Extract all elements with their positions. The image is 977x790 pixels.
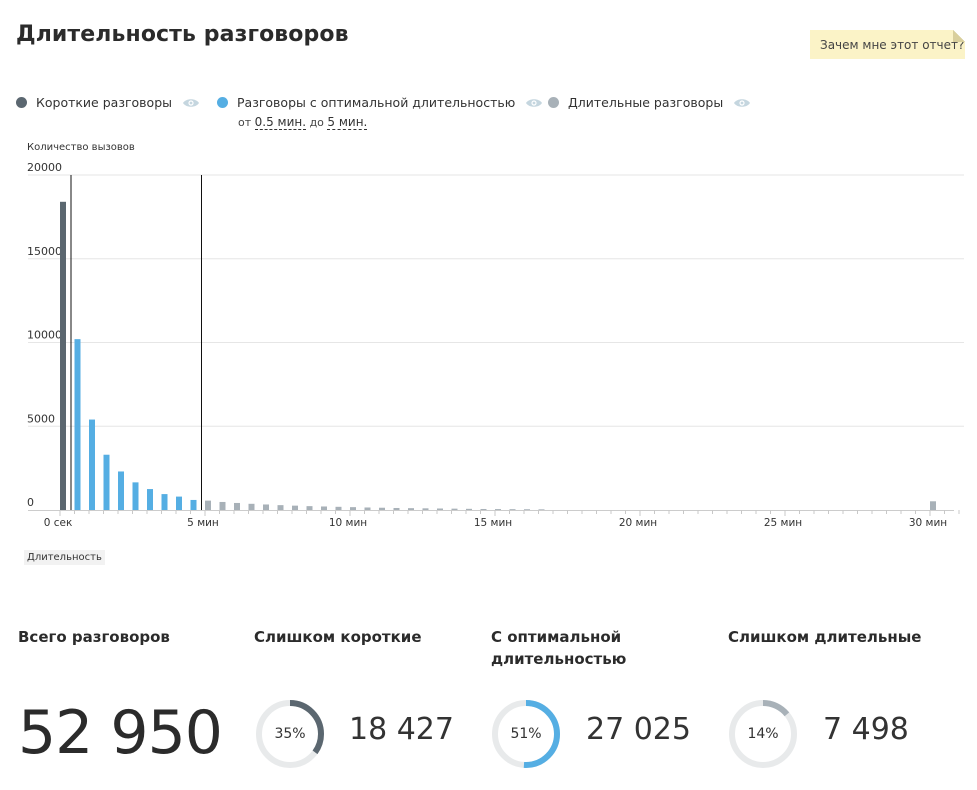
stat-value-long: 7 498 xyxy=(823,712,909,747)
x-tick-label: 30 мин xyxy=(909,517,947,529)
y-tick-label: 10000 xyxy=(27,329,62,342)
x-axis-title: Длительность xyxy=(24,550,105,565)
bar xyxy=(147,489,153,510)
x-tick-label: 0 сек xyxy=(44,517,73,529)
legend-dot-long xyxy=(548,97,559,108)
legend-dot-short xyxy=(16,97,27,108)
range-to-prefix: до xyxy=(309,116,324,129)
stat-value-optimal: 27 025 xyxy=(586,712,691,747)
y-tick-label: 20000 xyxy=(27,161,62,174)
bar xyxy=(524,509,530,510)
stat-value-short: 18 427 xyxy=(349,712,454,747)
bar xyxy=(132,482,139,510)
legend-label-long: Длительные разговоры xyxy=(568,95,724,110)
legend-item-optimal[interactable]: Разговоры с оптимальной длительностью xyxy=(217,95,543,110)
bar xyxy=(190,499,197,510)
bar xyxy=(118,471,124,510)
eye-icon[interactable] xyxy=(525,97,543,109)
stat-title-short: Слишком короткие xyxy=(254,628,422,646)
bar xyxy=(234,502,240,510)
y-axis-title: Количество вызовов xyxy=(27,142,135,153)
bar xyxy=(408,508,414,510)
x-tick-label: 25 мин xyxy=(764,517,802,529)
range-from-link[interactable]: 0.5 мин. xyxy=(254,115,307,130)
bar xyxy=(538,509,545,510)
bar xyxy=(219,501,226,510)
legend-dot-optimal xyxy=(217,97,228,108)
bar xyxy=(60,201,66,511)
legend-item-long[interactable]: Длительные разговоры xyxy=(548,95,751,110)
range-from-prefix: от xyxy=(238,116,252,129)
eye-icon[interactable] xyxy=(182,97,200,109)
bar xyxy=(74,339,81,510)
bar xyxy=(509,509,516,510)
bar xyxy=(930,501,936,510)
y-tick-label: 5000 xyxy=(27,412,55,425)
x-tick-label: 10 мин xyxy=(329,517,367,529)
histogram-chart: 0 5000 10000 15000 20000 0 сек 5 мин 10 мин 15 м… xyxy=(27,161,964,529)
bar xyxy=(89,419,95,510)
bar xyxy=(103,454,110,510)
bar xyxy=(422,508,429,510)
bar xyxy=(350,507,356,510)
stat-title-optimal: С оптимальной длительностью xyxy=(491,628,627,668)
bar xyxy=(379,507,385,510)
bar xyxy=(335,506,342,510)
help-note-label: Зачем мне этот отчет? xyxy=(820,38,965,52)
stats-panel: Всего разговоров 52 950 Слишком короткие… xyxy=(0,620,977,790)
x-tick-label: 15 мин xyxy=(474,517,512,529)
percent-long: 14% xyxy=(747,726,779,742)
stat-title-total: Всего разговоров xyxy=(18,628,170,646)
bar xyxy=(248,503,255,510)
eye-icon[interactable] xyxy=(733,97,751,109)
bar xyxy=(306,506,313,510)
percent-short: 35% xyxy=(274,726,306,742)
bar xyxy=(292,505,298,510)
bar xyxy=(161,494,168,510)
bar xyxy=(495,509,501,510)
y-tick-label: 0 xyxy=(27,496,34,509)
legend-item-short[interactable]: Короткие разговоры xyxy=(16,95,200,110)
bar xyxy=(437,508,443,510)
stat-total-value: 52 950 xyxy=(18,698,223,768)
legend-label-short: Короткие разговоры xyxy=(36,95,172,110)
bar xyxy=(451,508,458,510)
bar xyxy=(263,504,269,510)
chart-legend: Короткие разговоры Разговоры с оптимальн… xyxy=(16,95,776,135)
stat-title-long: Слишком длительные xyxy=(728,628,922,646)
bar xyxy=(393,507,400,510)
legend-label-optimal: Разговоры с оптимальной длительностью xyxy=(237,95,516,110)
bar xyxy=(466,508,472,510)
bar xyxy=(480,508,487,510)
optimal-range: от 0.5 мин. до 5 мин. xyxy=(238,115,368,130)
bar xyxy=(364,507,371,510)
y-tick-label: 15000 xyxy=(27,245,62,258)
help-note-button[interactable]: Зачем мне этот отчет? xyxy=(810,30,965,59)
bar xyxy=(321,506,327,510)
x-tick-label: 20 мин xyxy=(619,517,657,529)
percent-optimal: 51% xyxy=(510,726,542,742)
x-tick-label: 5 мин xyxy=(187,517,219,529)
bar xyxy=(176,496,182,510)
range-to-link[interactable]: 5 мин. xyxy=(327,115,368,130)
bar xyxy=(205,500,211,510)
page-fold-corner xyxy=(953,30,965,42)
page-title: Длительность разговоров xyxy=(16,22,349,47)
bar xyxy=(277,505,284,510)
